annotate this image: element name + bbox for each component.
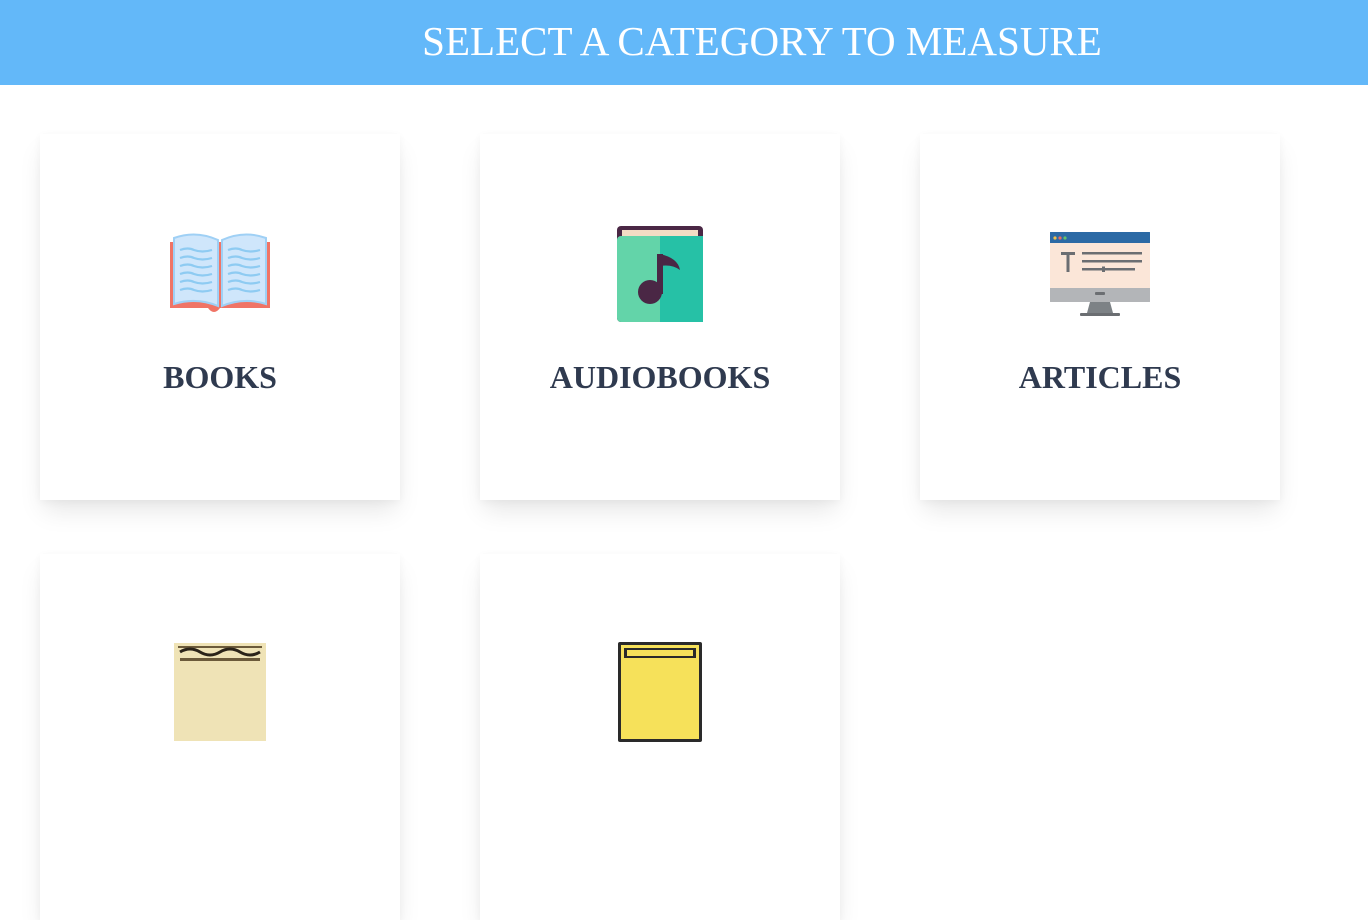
category-card-comics[interactable] xyxy=(480,554,840,920)
category-label: BOOKS xyxy=(163,359,277,395)
page-title: SELECT A CATEGORY TO MEASURE xyxy=(422,18,1102,64)
category-card-books[interactable]: BOOKS xyxy=(40,134,400,500)
category-card-audiobooks[interactable]: AUDIOBOOKS xyxy=(480,134,840,500)
monitor-text-icon xyxy=(1050,222,1150,322)
open-book-icon xyxy=(170,222,270,322)
category-card-newspaper[interactable] xyxy=(40,554,400,920)
page-header: SELECT A CATEGORY TO MEASURE xyxy=(0,0,1368,85)
comics-icon xyxy=(610,642,710,742)
newspaper-icon xyxy=(170,642,270,742)
category-card-articles[interactable]: ARTICLES xyxy=(920,134,1280,500)
music-book-icon xyxy=(610,222,710,322)
category-label: AUDIOBOOKS xyxy=(549,359,771,395)
category-label: ARTICLES xyxy=(1018,359,1182,395)
